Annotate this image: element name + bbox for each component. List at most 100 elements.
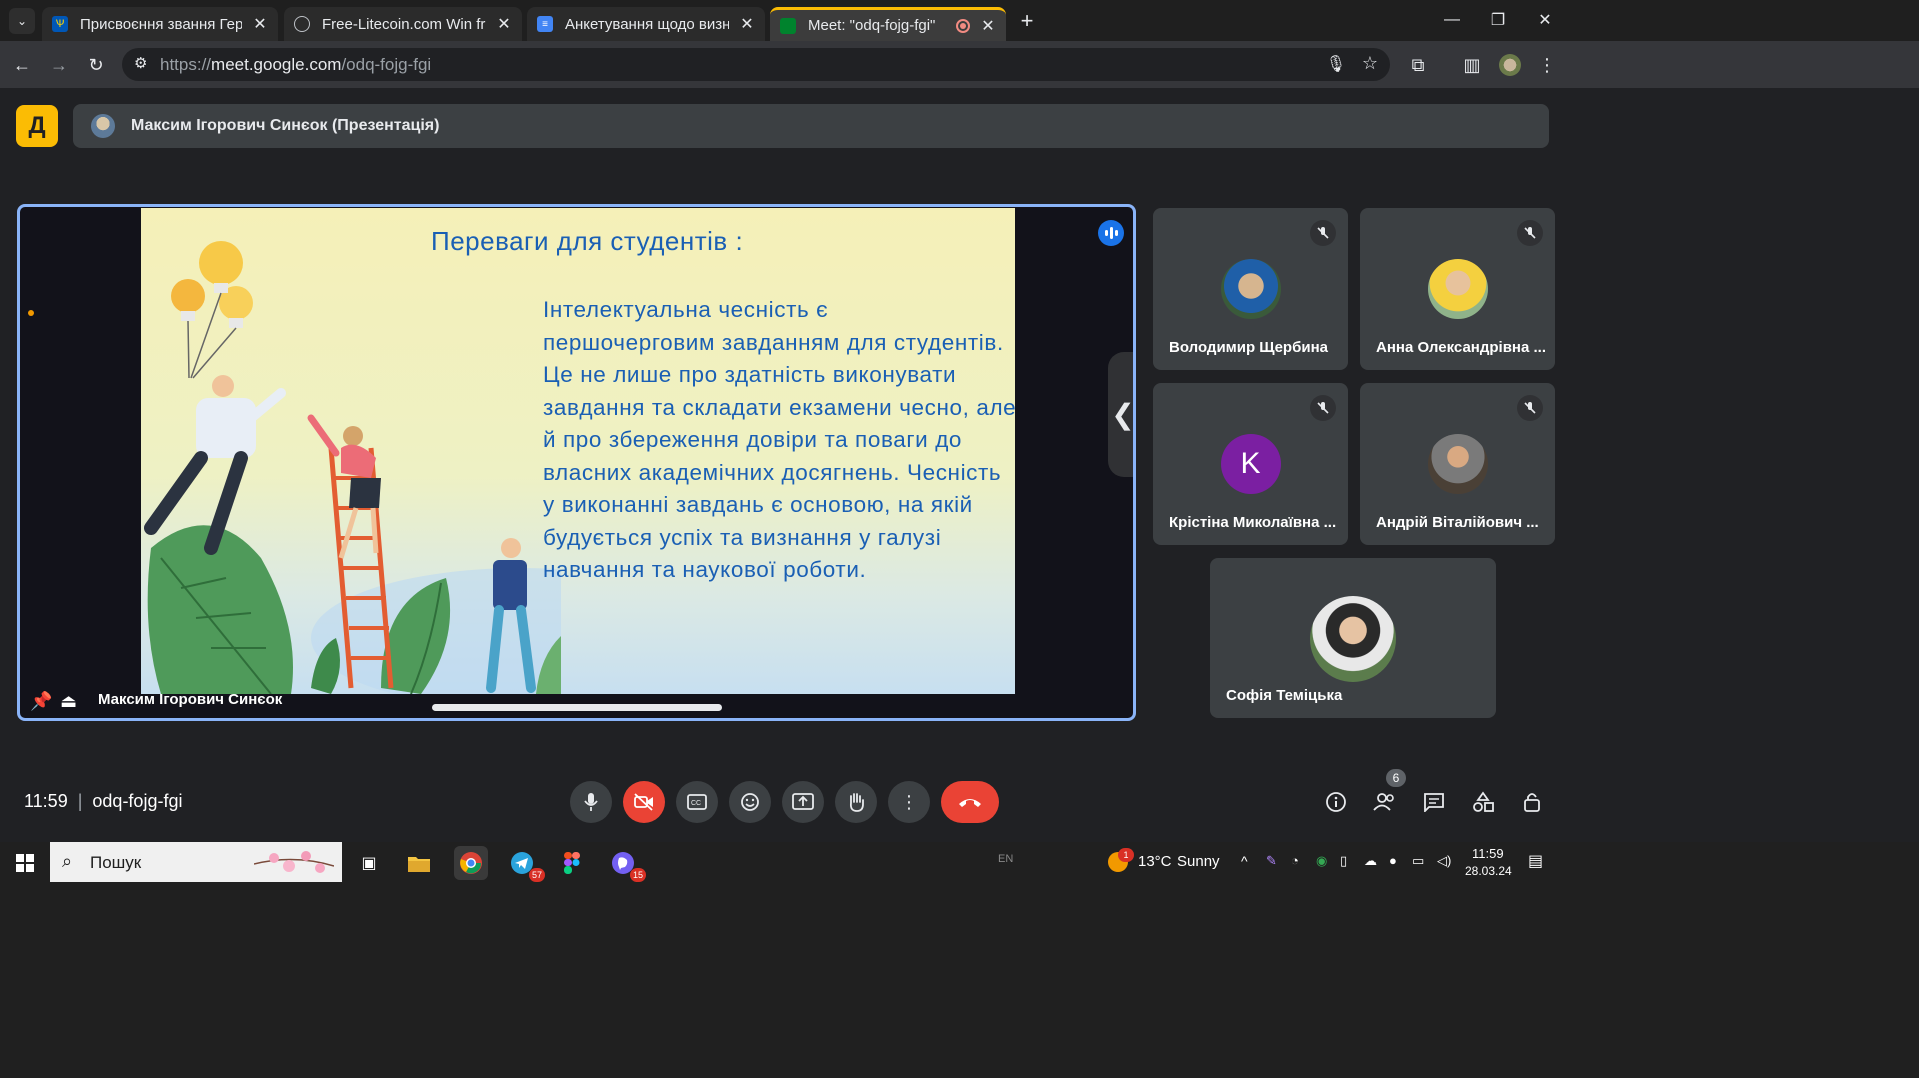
file-explorer-icon[interactable] — [402, 846, 436, 880]
browser-tab-strip: ⌄ Ѱ Присвоєння звання Героя Укр ✕ Free-L… — [0, 0, 1919, 41]
slide-line: у виконанні завдань є основою, на якій — [543, 492, 973, 517]
chrome-icon[interactable] — [454, 846, 488, 880]
slide-line: першочерговим завданням для студентів. — [543, 329, 1004, 355]
presentation-banner: Максим Ігорович Синєок (Презентація) — [73, 104, 1549, 148]
sakura-decoration-icon — [254, 851, 334, 873]
close-tab-icon[interactable]: ✕ — [980, 16, 996, 36]
browser-toolbar: ← → ↻ ⚙ https://meet.google.com/odq-fojg… — [0, 41, 1919, 88]
security-icon[interactable]: ◉ — [1316, 853, 1327, 869]
tab-meet[interactable]: Meet: "odq-fojg-fgi" ✕ — [770, 7, 1006, 41]
participant-avatar — [1427, 259, 1488, 319]
horizontal-scrollbar[interactable] — [432, 704, 722, 711]
viber-icon[interactable]: 15 — [606, 846, 646, 882]
close-window-icon[interactable]: ✕ — [1525, 8, 1565, 32]
participant-tile[interactable]: Андрій Віталійович ... — [1360, 383, 1555, 545]
taskbar-search-box[interactable]: ⌕ Пошук — [50, 842, 342, 882]
slide-line: навчання та наукової роботи. — [543, 557, 867, 582]
mic-muted-icon — [1517, 395, 1543, 421]
leave-call-button[interactable] — [941, 781, 999, 823]
activity-dot — [28, 310, 34, 316]
slide-title: Переваги для студентів : — [431, 226, 744, 256]
figma-icon[interactable] — [555, 846, 589, 880]
minimize-icon[interactable]: — — [1432, 8, 1472, 32]
meet-app-logo: Д — [16, 105, 58, 147]
restore-icon[interactable]: ❐ — [1478, 8, 1518, 32]
forms-icon: ≡ — [537, 16, 553, 32]
close-tab-icon[interactable]: ✕ — [496, 14, 512, 34]
device-icon[interactable]: ▯ — [1340, 853, 1347, 869]
microphone-icon[interactable]: 🎙 — [1326, 54, 1346, 74]
extensions-icon[interactable]: ⧉ — [1404, 51, 1432, 79]
weather-alert-badge: 1 — [1118, 848, 1134, 862]
profile-avatar[interactable] — [1496, 51, 1524, 79]
slide-line: завдання та складати екзамени чесно, але — [543, 394, 1015, 420]
svg-text:CC: CC — [691, 800, 701, 807]
participant-tile[interactable]: Володимир Щербина — [1153, 208, 1348, 370]
presenter-avatar — [91, 114, 115, 138]
wifi-icon[interactable]: ◔ — [1291, 853, 1299, 868]
participant-tile[interactable]: Софія Теміцька — [1210, 558, 1496, 718]
reload-icon[interactable]: ↻ — [82, 51, 110, 79]
slide-line: будується успіх та визнання у галузі — [543, 524, 942, 550]
participant-avatar — [1427, 434, 1488, 494]
side-panel-icon[interactable]: ▥ — [1458, 51, 1486, 79]
pen-icon[interactable]: ✎ — [1266, 853, 1277, 869]
participant-avatar — [1310, 596, 1396, 682]
tab-survey[interactable]: ≡ Анкетування щодо визначенн ✕ — [527, 7, 765, 41]
chevron-up-icon[interactable]: ^ — [1241, 853, 1248, 869]
camera-off-button[interactable] — [623, 781, 665, 823]
battery-icon[interactable]: ▭ — [1412, 853, 1424, 869]
close-tab-icon[interactable]: ✕ — [252, 14, 268, 34]
meet-icon — [780, 17, 796, 34]
pin-icon[interactable]: 📌 — [30, 691, 52, 712]
presentation-slide: Переваги для студентів : Інтелектуальна … — [141, 208, 1015, 694]
weather-condition[interactable]: Sunny — [1177, 853, 1220, 870]
forward-icon[interactable]: → — [45, 51, 73, 79]
telegram-icon[interactable]: 57 — [505, 846, 545, 882]
slide-line: Це не лише про здатність виконувати — [543, 362, 957, 387]
collapse-panel-chevron-icon[interactable]: ❮ — [1108, 352, 1133, 477]
browser-menu-icon[interactable]: ⋮ — [1533, 51, 1561, 79]
host-controls-lock-icon[interactable] — [1517, 787, 1547, 817]
tab-hero-title[interactable]: Ѱ Присвоєння звання Героя Укр ✕ — [42, 7, 278, 41]
back-icon[interactable]: ← — [8, 51, 36, 79]
notifications-icon[interactable]: ▤ — [1528, 851, 1543, 871]
slide-line: Інтелектуальна чесність є — [543, 297, 829, 322]
participant-tile[interactable]: Анна Олександрівна ... — [1360, 208, 1555, 370]
emoji-reactions-button[interactable] — [729, 781, 771, 823]
raise-hand-button[interactable] — [835, 781, 877, 823]
globe-icon — [294, 16, 310, 32]
mic-muted-icon — [1517, 220, 1543, 246]
site-info-icon[interactable]: ⚙ — [134, 54, 147, 72]
microphone-toggle-button[interactable] — [570, 781, 612, 823]
tray-microphone-icon[interactable]: ● — [1389, 853, 1397, 868]
close-tab-icon[interactable]: ✕ — [739, 14, 755, 34]
new-tab-button[interactable]: + — [1013, 8, 1041, 34]
task-view-icon[interactable]: ▣ — [352, 846, 386, 880]
participant-letter-avatar: K — [1220, 434, 1281, 494]
bookmark-star-icon[interactable]: ☆ — [1362, 53, 1378, 74]
tab-search-dropdown-icon[interactable]: ⌄ — [9, 8, 35, 34]
activities-icon[interactable] — [1468, 787, 1498, 817]
captions-button[interactable]: CC — [676, 781, 718, 823]
meeting-code: odq-fojg-fgi — [92, 791, 183, 811]
volume-icon[interactable]: ◁) — [1437, 853, 1451, 869]
language-indicator[interactable]: EN — [998, 853, 1013, 865]
slide-line: й про збереження довіри та поваги до — [543, 427, 963, 452]
participant-avatar — [1220, 259, 1281, 319]
main-presentation-tile[interactable]: Переваги для студентів : Інтелектуальна … — [17, 204, 1136, 721]
weather-temperature[interactable]: 13°C — [1138, 853, 1172, 870]
slide-illustration — [144, 241, 561, 694]
present-screen-button[interactable] — [782, 781, 824, 823]
meeting-details-icon[interactable] — [1321, 787, 1351, 817]
cloud-icon[interactable]: ☁ — [1364, 853, 1377, 869]
clock-date[interactable]: 28.03.24 — [1465, 864, 1512, 878]
windows-start-icon[interactable] — [8, 846, 42, 880]
more-options-button[interactable]: ⋮ — [888, 781, 930, 823]
people-icon[interactable] — [1370, 787, 1400, 817]
chat-icon[interactable] — [1419, 787, 1449, 817]
address-bar[interactable]: ⚙ https://meet.google.com/odq-fojg-fgi 🎙… — [122, 48, 1390, 81]
participant-tile[interactable]: K Крістіна Миколаївна ... — [1153, 383, 1348, 545]
clock-time[interactable]: 11:59 — [1472, 846, 1504, 861]
tab-free-litecoin[interactable]: Free-Litecoin.com Win free Lite ✕ — [284, 7, 522, 41]
